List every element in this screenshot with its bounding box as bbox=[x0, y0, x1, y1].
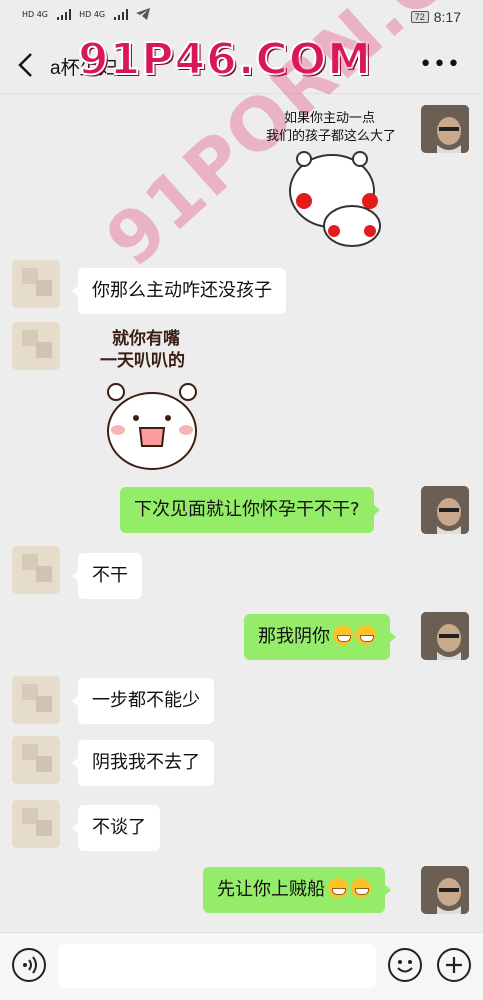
chevron-left-icon[interactable] bbox=[14, 51, 40, 79]
avatar[interactable] bbox=[12, 260, 60, 308]
message-bubble[interactable]: 先让你上贼船 bbox=[203, 867, 391, 913]
avatar[interactable] bbox=[12, 546, 60, 594]
avatar-self-image bbox=[421, 105, 469, 153]
message-bubble[interactable]: 下次见面就让你怀孕干不干? bbox=[120, 487, 380, 533]
bear-sticker-image bbox=[107, 383, 197, 470]
avatar[interactable] bbox=[421, 105, 469, 153]
wink-tongue-emoji-icon bbox=[333, 625, 353, 645]
plus-icon[interactable] bbox=[437, 948, 471, 982]
smile-icon-glyph bbox=[397, 960, 413, 973]
avatar-other-image bbox=[12, 546, 60, 594]
signal-icon bbox=[56, 8, 71, 20]
avatar[interactable] bbox=[421, 486, 469, 534]
avatar[interactable] bbox=[12, 322, 60, 370]
message-bubble[interactable]: 不谈了 bbox=[72, 805, 160, 851]
avatar-self-image bbox=[421, 866, 469, 914]
avatar-other-image bbox=[12, 260, 60, 308]
sticker-bear-talk[interactable]: 就你有嘴 一天叭叭的 bbox=[94, 326, 224, 476]
avatar-self-image bbox=[421, 612, 469, 660]
avatar[interactable] bbox=[421, 612, 469, 660]
message-bubble[interactable]: 你那么主动咋还没孩子 bbox=[72, 268, 286, 314]
sticker-bear-hug[interactable]: 如果你主动一点 我们的孩子都这么大了 bbox=[262, 106, 412, 251]
smile-icon[interactable] bbox=[388, 948, 422, 982]
avatar[interactable] bbox=[12, 800, 60, 848]
grin-emoji-icon bbox=[351, 878, 371, 898]
avatar[interactable] bbox=[421, 866, 469, 914]
message-bubble[interactable]: 那我阴你 bbox=[244, 614, 396, 660]
network-label-2: HD 4G bbox=[79, 9, 106, 19]
more-dots-icon[interactable]: ••• bbox=[419, 52, 461, 77]
signal-icon-2 bbox=[113, 8, 128, 20]
grin-emoji-icon bbox=[328, 878, 348, 898]
voice-icon-glyph bbox=[23, 956, 37, 974]
avatar-other-image bbox=[12, 736, 60, 784]
telegram-icon bbox=[136, 8, 151, 20]
avatar-self-image bbox=[421, 486, 469, 534]
message-bubble[interactable]: 不干 bbox=[72, 553, 142, 599]
avatar-other-image bbox=[12, 676, 60, 724]
avatar[interactable] bbox=[12, 676, 60, 724]
wink-tongue-emoji-icon bbox=[356, 625, 376, 645]
message-input[interactable] bbox=[58, 944, 376, 988]
avatar[interactable] bbox=[12, 736, 60, 784]
input-bar bbox=[0, 932, 483, 1000]
bear-sticker-image bbox=[289, 151, 381, 247]
message-text: 那我阴你 bbox=[258, 626, 330, 647]
avatar-other-image bbox=[12, 322, 60, 370]
message-bubble[interactable]: 阴我我不去了 bbox=[72, 740, 214, 786]
voice-icon[interactable] bbox=[12, 948, 46, 982]
network-label-1: HD 4G bbox=[22, 9, 49, 19]
message-text: 先让你上贼船 bbox=[217, 879, 325, 900]
plus-icon-glyph bbox=[446, 957, 462, 973]
message-bubble[interactable]: 一步都不能少 bbox=[72, 678, 214, 724]
avatar-other-image bbox=[12, 800, 60, 848]
status-network: HD 4G HD 4G bbox=[22, 8, 151, 20]
